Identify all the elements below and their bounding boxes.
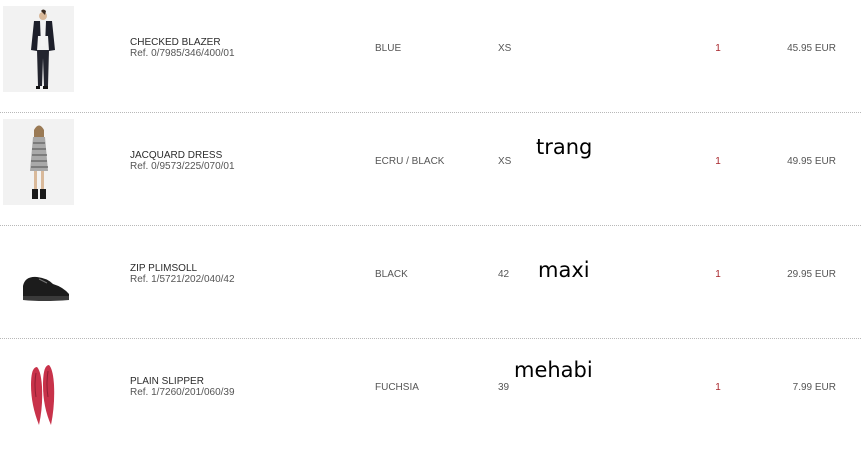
product-size: 39 — [498, 382, 510, 393]
product-name[interactable]: ZIP PLIMSOLL — [130, 263, 197, 274]
checked-blazer-photo[interactable] — [3, 6, 74, 92]
product-color: BLACK — [375, 269, 408, 280]
product-name[interactable]: CHECKED BLAZER — [130, 37, 221, 48]
product-quantity[interactable]: 1 — [710, 156, 726, 167]
product-price: 45.95 EUR — [787, 43, 836, 54]
product-price: 49.95 EUR — [787, 156, 836, 167]
product-reference: Ref. 1/7260/201/060/39 — [130, 387, 235, 398]
product-color: BLUE — [375, 43, 402, 54]
product-quantity[interactable]: 1 — [710, 382, 726, 393]
annotation-note: trang — [536, 135, 593, 159]
product-color: ECRU / BLACK — [375, 156, 445, 167]
cart-item-row: CHECKED BLAZER Ref. 0/7985/346/400/01 BL… — [0, 0, 861, 113]
annotation-note: maxi — [538, 258, 590, 282]
product-size: 42 — [498, 269, 510, 280]
product-quantity[interactable]: 1 — [710, 43, 726, 54]
product-reference: Ref. 0/9573/225/070/01 — [130, 161, 235, 172]
jacquard-dress-photo[interactable] — [3, 119, 74, 205]
product-reference: Ref. 0/7985/346/400/01 — [130, 48, 235, 59]
product-name[interactable]: JACQUARD DRESS — [130, 150, 222, 161]
product-reference: Ref. 1/5721/202/040/42 — [130, 274, 235, 285]
plain-slipper-photo[interactable] — [3, 345, 74, 431]
product-name[interactable]: PLAIN SLIPPER — [130, 376, 204, 387]
product-price: 29.95 EUR — [787, 269, 836, 280]
product-size: XS — [498, 43, 512, 54]
product-quantity[interactable]: 1 — [710, 269, 726, 280]
zip-plimsoll-photo[interactable] — [3, 232, 74, 318]
annotation-note: mehabi — [514, 358, 593, 382]
product-size: XS — [498, 156, 512, 167]
product-price: 7.99 EUR — [792, 382, 836, 393]
cart-item-row: ZIP PLIMSOLL Ref. 1/5721/202/040/42 BLAC… — [0, 226, 861, 339]
product-color: FUCHSIA — [375, 382, 419, 393]
cart-item-row: PLAIN SLIPPER Ref. 1/7260/201/060/39 FUC… — [0, 339, 861, 452]
cart-item-row: JACQUARD DRESS Ref. 0/9573/225/070/01 EC… — [0, 113, 861, 226]
